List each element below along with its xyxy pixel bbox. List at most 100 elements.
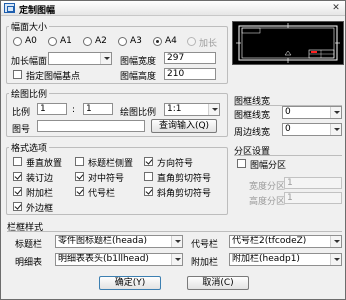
zone-separator: [234, 155, 342, 156]
chevron-down-icon: [171, 236, 182, 247]
frame-preview: [232, 21, 344, 65]
code-block-value: 代号栏2(tfcodeZ): [232, 236, 307, 246]
custom-base-checkbox[interactable]: [13, 70, 22, 79]
line-width-label: 图框线宽: [234, 111, 271, 121]
draw-scale-value: 1:1: [167, 104, 182, 114]
outer-frame-label: 外边框: [26, 204, 54, 214]
frame-style-separator: [7, 231, 342, 232]
zone-height-input[interactable]: 1: [284, 192, 342, 204]
extra-block-combo[interactable]: 附加栏(headp1): [229, 253, 342, 266]
radio-a2-label: A2: [95, 36, 107, 46]
border-width-label: 周边线宽: [234, 128, 271, 138]
preview-code-block: [241, 27, 261, 34]
code-column-label: 代号栏: [88, 189, 116, 199]
zone-enable-label: 图幅分区: [250, 161, 287, 171]
scale-title: 绘图比例: [9, 87, 50, 100]
extend-size-label: 加长幅面: [11, 57, 48, 67]
custom-base-label: 指定图幅基点: [26, 72, 81, 82]
height-input[interactable]: 210: [164, 68, 216, 80]
chevron-down-icon: [208, 104, 219, 115]
ratio-right-input[interactable]: 1: [83, 103, 113, 115]
binding-edge-label: 装订边: [26, 174, 54, 184]
detail-table-combo[interactable]: 明细表表头(b1llhead): [55, 253, 183, 266]
extra-column-label: 附加栏: [26, 189, 54, 199]
zone-enable-checkbox[interactable]: [237, 159, 246, 168]
code-column-checkbox[interactable]: [75, 187, 84, 196]
custom-paper-dialog: 定制图幅 ✕ 幅面大小 A0 A1 A2 A3 A4 加长 加长幅面 图幅宽度 …: [0, 0, 346, 300]
query-input-button[interactable]: 查询输入(Q): [151, 119, 217, 133]
radio-a3-label: A3: [130, 36, 142, 46]
line-width-combo[interactable]: 0: [282, 106, 342, 119]
radio-a0-label: A0: [25, 36, 37, 46]
title-bar[interactable]: 定制图幅 ✕: [1, 1, 345, 16]
window-title: 定制图幅: [19, 6, 56, 16]
zone-height-label: 高度分区: [249, 197, 286, 207]
right-angle-cut-label: 直角剪切符号: [157, 174, 212, 184]
ratio-left-input[interactable]: 1: [37, 103, 67, 115]
frame-preview-drawing: [236, 23, 340, 63]
draw-scale-combo[interactable]: 1:1: [164, 103, 220, 116]
detail-table-value: 明细表表头(b1llhead): [58, 254, 149, 264]
border-width-combo[interactable]: 0: [282, 123, 342, 136]
cancel-button[interactable]: 取消(C): [187, 276, 249, 290]
direction-symbol-label: 方向符号: [157, 159, 194, 169]
extra-column-checkbox[interactable]: [13, 187, 22, 196]
radio-a1-label: A1: [60, 36, 72, 46]
radio-a4-label: A4: [165, 36, 177, 46]
preview-direction-symbol: [284, 50, 292, 56]
ratio-separator: :: [72, 105, 76, 115]
right-angle-cut-checkbox[interactable]: [144, 172, 153, 181]
preview-inner-frame: [241, 27, 335, 59]
direction-symbol-checkbox[interactable]: [144, 157, 153, 166]
detail-table-label: 明细表: [15, 258, 43, 268]
title-side-checkbox[interactable]: [75, 157, 84, 166]
chevron-down-icon: [100, 53, 111, 64]
radio-extend-label: 加长: [199, 39, 218, 49]
radio-a0[interactable]: [13, 37, 22, 46]
bevel-cut-label: 斜角剪切符号: [157, 189, 212, 199]
code-block-label: 代号栏: [191, 240, 219, 250]
border-width-value: 0: [285, 124, 291, 134]
ratio-label: 比例: [12, 108, 31, 118]
radio-extend[interactable]: [187, 37, 196, 46]
format-title: 格式选项: [9, 141, 50, 154]
drawing-no-label: 图号: [12, 125, 31, 135]
title-block-value: 零件图标题栏(heada): [58, 236, 148, 246]
drawing-no-input[interactable]: [37, 120, 145, 132]
title-side-label: 标题栏侧置: [88, 159, 134, 169]
vertical-checkbox[interactable]: [13, 157, 22, 166]
radio-a1[interactable]: [48, 37, 57, 46]
title-block-combo[interactable]: 零件图标题栏(heada): [55, 235, 183, 248]
vertical-label: 垂直放置: [26, 159, 63, 169]
chevron-down-icon: [171, 254, 182, 265]
chevron-down-icon: [330, 236, 341, 247]
zone-width-input[interactable]: 1: [284, 177, 342, 189]
width-input[interactable]: 297: [164, 52, 216, 64]
height-label: 图幅高度: [120, 72, 157, 82]
width-label: 图幅宽度: [120, 57, 157, 67]
chevron-down-icon: [330, 107, 341, 118]
close-icon[interactable]: ✕: [330, 3, 342, 13]
title-block-label: 标题栏: [15, 240, 43, 250]
line-width-value: 0: [285, 107, 291, 117]
center-mark-label: 对中符号: [88, 174, 125, 184]
radio-a3[interactable]: [118, 37, 127, 46]
outer-frame-checkbox[interactable]: [13, 202, 22, 211]
center-mark-checkbox[interactable]: [75, 172, 84, 181]
paper-size-title: 幅面大小: [9, 20, 50, 33]
extend-size-combo[interactable]: [48, 52, 112, 65]
radio-a2[interactable]: [83, 37, 92, 46]
ok-button[interactable]: 确定(Y): [99, 276, 161, 290]
chevron-down-icon: [330, 124, 341, 135]
binding-edge-checkbox[interactable]: [13, 172, 22, 181]
code-block-combo[interactable]: 代号栏2(tfcodeZ): [229, 235, 342, 248]
app-frame-icon: [4, 3, 15, 13]
preview-title-block-mark: [311, 51, 317, 53]
radio-a4[interactable]: [153, 37, 162, 46]
extra-block-value: 附加栏(headp1): [232, 254, 300, 264]
zone-width-label: 宽度分区: [249, 182, 286, 192]
chevron-down-icon: [330, 254, 341, 265]
extra-block-label: 附加栏: [191, 258, 219, 268]
draw-scale-label: 绘图比例: [120, 108, 157, 118]
bevel-cut-checkbox[interactable]: [144, 187, 153, 196]
